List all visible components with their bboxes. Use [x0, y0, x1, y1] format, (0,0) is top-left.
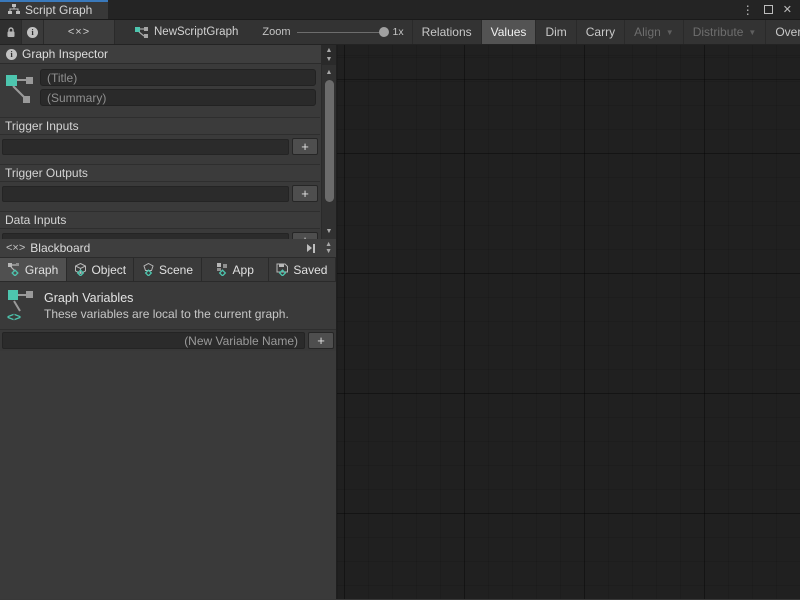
blackboard-toggle-button[interactable]: <×> — [44, 20, 115, 44]
new-variable-name-input[interactable] — [2, 332, 305, 349]
graph-variables-info: <> Graph Variables These variables are l… — [0, 282, 336, 330]
toolbar-buttons: Relations Values Dim Carry Align▼ Distri… — [412, 20, 800, 44]
zoom-slider[interactable] — [297, 32, 387, 33]
graph-variables-text: Graph Variables These variables are loca… — [44, 291, 289, 321]
tab-scene[interactable]: Scene — [134, 258, 201, 281]
chevron-down-icon: ▼ — [748, 28, 756, 37]
info-icon: i — [6, 49, 17, 60]
scene-icon — [142, 263, 155, 276]
trigger-outputs-row: + — [0, 182, 320, 204]
cube-icon — [74, 263, 87, 276]
titlebar-controls: ⋮ ✕ — [742, 0, 800, 19]
zoom-label: Zoom — [262, 26, 290, 38]
graph-node-icon — [4, 69, 34, 105]
graph-inspector-content: Trigger Inputs + Trigger Outputs + Data … — [0, 64, 320, 239]
zoom-slider-handle[interactable] — [379, 27, 389, 37]
graph-name-label: NewScriptGraph — [154, 26, 238, 38]
graph-name-group[interactable]: NewScriptGraph — [115, 20, 248, 44]
add-variable-button[interactable]: + — [308, 332, 334, 349]
scroll-down-icon[interactable]: ▼ — [326, 227, 333, 236]
scroll-mini-arrows[interactable]: ▲▼ — [322, 45, 336, 65]
add-trigger-input-button[interactable]: + — [292, 138, 318, 155]
data-inputs-row: + — [0, 229, 320, 239]
tab-app[interactable]: App — [202, 258, 269, 281]
data-inputs-list[interactable] — [2, 233, 289, 240]
graph-tab-icon — [8, 263, 21, 276]
inspector-scrollbar[interactable]: ▲▼ ▲ ▼ — [321, 45, 336, 239]
close-icon[interactable]: ✕ — [783, 3, 792, 16]
window-menu-icon[interactable]: ⋮ — [742, 3, 754, 17]
trigger-outputs-label: Trigger Outputs — [0, 164, 320, 182]
new-variable-row: + — [0, 330, 336, 351]
script-graph-window: Script Graph ⋮ ✕ i <×> NewScriptG — [0, 0, 800, 600]
main-area: i Graph Inspector — [0, 45, 800, 599]
add-data-input-button[interactable]: + — [292, 232, 318, 239]
blackboard-header: <×> Blackboard ▲▼ — [0, 239, 336, 258]
values-button[interactable]: Values — [481, 20, 536, 44]
add-trigger-output-button[interactable]: + — [292, 185, 318, 202]
title-field[interactable] — [40, 69, 316, 86]
variables-icon: <×> — [6, 242, 25, 254]
graph-inspector-title: Graph Inspector — [22, 47, 108, 61]
tab-object[interactable]: Object — [67, 258, 134, 281]
trigger-outputs-list[interactable] — [2, 186, 289, 202]
graph-inspector-panel: i Graph Inspector — [0, 45, 336, 239]
tab-script-graph[interactable]: Script Graph — [0, 0, 108, 19]
align-button[interactable]: Align▼ — [624, 20, 683, 44]
chevron-down-icon: ▼ — [666, 28, 674, 37]
blackboard-title: Blackboard — [30, 241, 90, 255]
scroll-up-icon[interactable]: ▲ — [326, 68, 333, 77]
tab-saved[interactable]: Saved — [269, 258, 336, 281]
lock-button[interactable] — [0, 20, 22, 44]
dim-button[interactable]: Dim — [535, 20, 575, 44]
trigger-inputs-row: + — [0, 135, 320, 157]
floppy-disk-icon — [276, 263, 289, 276]
maximize-panel-icon[interactable] — [307, 244, 317, 253]
data-inputs-label: Data Inputs — [0, 211, 320, 229]
carry-button[interactable]: Carry — [576, 20, 624, 44]
blackboard-scroll-arrows[interactable]: ▲▼ — [325, 241, 332, 255]
trigger-inputs-list[interactable] — [2, 139, 289, 155]
overview-button[interactable]: Overview — [765, 20, 800, 44]
info-icon: i — [27, 27, 38, 38]
trigger-inputs-label: Trigger Inputs — [0, 117, 320, 135]
titlebar: Script Graph ⋮ ✕ — [0, 0, 800, 20]
tab-graph[interactable]: Graph — [0, 258, 67, 281]
distribute-button[interactable]: Distribute▼ — [683, 20, 766, 44]
zoom-value: 1x — [393, 26, 404, 38]
graph-variables-icon: <> — [6, 288, 36, 324]
summary-field[interactable] — [40, 89, 316, 106]
variables-list-empty[interactable] — [0, 351, 336, 599]
toolbar: i <×> NewScriptGraph Zoom 1x Relations V… — [0, 20, 800, 45]
svg-text:<>: <> — [7, 310, 21, 324]
scrollbar-thumb[interactable] — [325, 80, 334, 202]
graph-variables-heading: Graph Variables — [44, 291, 289, 305]
zoom-control: Zoom 1x — [248, 20, 411, 44]
graph-canvas[interactable] — [337, 45, 800, 599]
sidebar: i Graph Inspector — [0, 45, 337, 599]
graph-inspector-header: i Graph Inspector — [0, 45, 336, 64]
tab-title: Script Graph — [25, 3, 92, 17]
graph-meta-fields — [40, 69, 316, 106]
lock-icon — [6, 26, 16, 38]
relations-button[interactable]: Relations — [412, 20, 481, 44]
maximize-icon[interactable] — [764, 5, 773, 14]
graph-meta-row — [0, 64, 320, 110]
graph-asset-icon — [135, 26, 149, 38]
inspector-toggle-button[interactable]: i — [22, 20, 44, 44]
blackboard-tabs: Graph Object Scene — [0, 258, 336, 282]
graph-variables-description: These variables are local to the current… — [44, 307, 289, 321]
sitemap-icon — [8, 4, 20, 15]
app-icon — [216, 263, 229, 276]
